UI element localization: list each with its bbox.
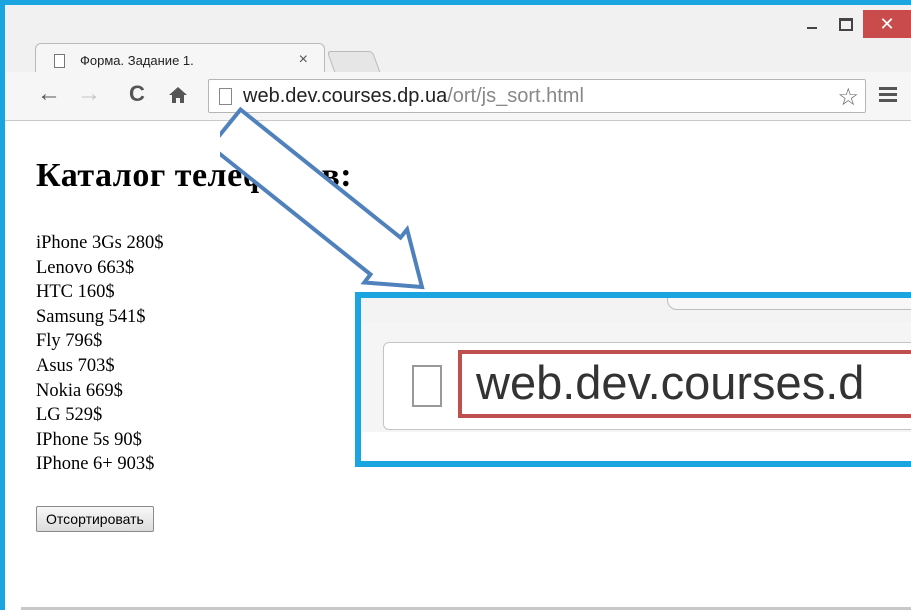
zoom-address-bar: web.dev.courses.d [383,342,911,430]
zoom-callout: web.dev.courses.d [355,292,911,467]
list-item: IPhone 6+ 903$ [36,454,155,475]
close-icon: ✕ [879,13,895,34]
forward-arrow-icon: → [77,80,101,107]
window-controls: ✕ [795,10,911,40]
reload-icon: C [129,81,145,106]
list-item: Asus 703$ [36,355,115,376]
phone-list: iPhone 3Gs 280$ Lenovo 663$ HTC 160$ Sam… [36,231,163,477]
forward-button[interactable]: → [75,80,103,108]
list-item: HTC 160$ [36,282,115,303]
maximize-button[interactable] [829,10,863,38]
close-window-button[interactable]: ✕ [863,10,911,38]
list-item: LG 529$ [36,405,103,426]
zoom-page-area [361,432,911,461]
home-icon[interactable] [168,85,188,105]
zoom-toolbar: web.dev.courses.d [361,322,911,432]
sort-button[interactable]: Отсортировать [36,506,154,532]
maximize-icon [839,17,853,31]
zoom-tab-edge [667,298,911,310]
minimize-button[interactable] [795,10,829,38]
url-path: /ort/js_sort.html [447,85,584,107]
star-icon[interactable]: ☆ [837,83,859,112]
zoom-url-text: web.dev.courses.d [476,356,865,409]
list-item: IPhone 5s 90$ [36,429,142,450]
list-item: Fly 796$ [36,331,103,352]
list-item: iPhone 3Gs 280$ [36,233,164,253]
back-arrow-icon: ← [37,80,61,107]
browser-toolbar: ← → C web.dev.courses.dp.ua/ort/js_sort.… [5,72,911,121]
tab-title: Форма. Задание 1. [80,53,194,68]
page-icon [54,54,65,68]
back-button[interactable]: ← [35,80,63,108]
callout-arrow-icon [220,106,425,290]
list-item: Lenovo 663$ [36,257,135,278]
list-item: Samsung 541$ [36,306,146,327]
zoom-tabstrip [361,298,911,322]
list-item: Nokia 669$ [36,380,123,401]
minimize-icon [807,27,817,29]
page-icon [412,365,442,407]
menu-icon[interactable] [879,87,897,102]
reload-button[interactable]: C [123,80,151,108]
tab-close-button[interactable]: × [299,51,308,69]
